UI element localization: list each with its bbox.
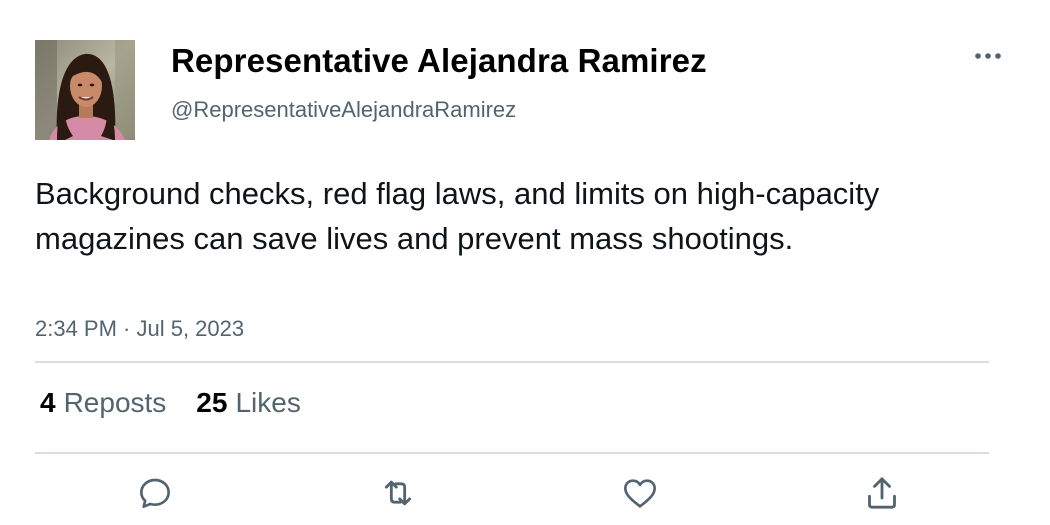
share-button[interactable] — [860, 473, 904, 517]
engagement-stats: 4 Reposts 25 Likes — [40, 387, 301, 419]
reply-icon — [140, 478, 170, 508]
tweet-timestamp[interactable]: 2:34 PM · Jul 5, 2023 — [35, 316, 244, 342]
repost-button[interactable] — [376, 473, 420, 517]
share-icon — [868, 477, 896, 509]
tweet-card: Representative Alejandra Ramirez @Repres… — [0, 0, 1050, 525]
tweet-text: Background checks, red flag laws, and li… — [35, 176, 880, 256]
heart-icon — [624, 479, 656, 508]
reply-button[interactable] — [133, 473, 177, 517]
divider — [35, 452, 989, 454]
more-options-button[interactable] — [970, 42, 1006, 70]
reposts-count: 4 — [40, 387, 56, 418]
likes-count: 25 — [196, 387, 228, 418]
avatar[interactable] — [35, 40, 135, 140]
avatar-photo — [35, 40, 135, 140]
repost-icon — [384, 480, 412, 506]
likes-label: Likes — [235, 387, 301, 418]
display-name[interactable]: Representative Alejandra Ramirez — [171, 42, 707, 80]
likes-stat[interactable]: 25 Likes — [196, 387, 301, 419]
more-horizontal-icon — [975, 53, 1001, 59]
reposts-stat[interactable]: 4 Reposts — [40, 387, 166, 419]
divider — [35, 361, 989, 363]
reposts-label: Reposts — [63, 387, 167, 418]
user-handle[interactable]: @RepresentativeAlejandraRamirez — [171, 97, 516, 123]
like-button[interactable] — [618, 473, 662, 517]
